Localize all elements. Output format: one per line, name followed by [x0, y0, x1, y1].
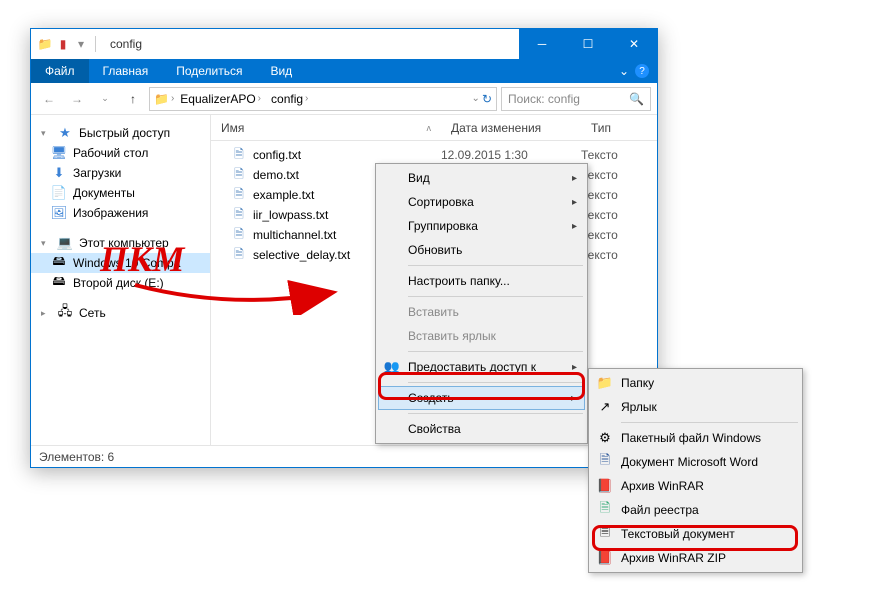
text-file-icon: 🗎: [231, 247, 247, 263]
ctx-paste-shortcut: Вставить ярлык: [378, 324, 585, 348]
bat-file-icon: ⚙: [597, 430, 613, 446]
tab-home[interactable]: Главная: [89, 59, 163, 83]
chevron-right-icon: ▸: [571, 393, 576, 404]
share-icon: 👥: [384, 359, 400, 375]
nav-network[interactable]: ▸🖧Сеть: [31, 303, 210, 323]
ctx-group[interactable]: Группировка▸: [378, 214, 585, 238]
ctx-paste: Вставить: [378, 300, 585, 324]
col-type[interactable]: Тип: [581, 121, 657, 135]
text-file-icon: 🗎: [597, 526, 613, 542]
text-file-icon: 🗎: [231, 167, 247, 183]
tab-file[interactable]: Файл: [31, 59, 89, 83]
close-button[interactable]: ✕: [611, 29, 657, 59]
sort-asc-icon: ʌ: [427, 123, 432, 133]
ctx-sort[interactable]: Сортировка▸: [378, 190, 585, 214]
ctx-new-batch[interactable]: ⚙Пакетный файл Windows: [591, 426, 800, 450]
maximize-button[interactable]: ☐: [565, 29, 611, 59]
breadcrumb-seg[interactable]: EqualizerAPO›: [176, 92, 265, 106]
chevron-down-icon[interactable]: ⌄: [619, 64, 629, 78]
window-title: config: [106, 37, 519, 51]
separator: [408, 382, 583, 383]
search-input[interactable]: Поиск: config 🔍: [501, 87, 651, 111]
address-bar: ← → ⌄ ↑ 📁 › EqualizerAPO› config› ⌄ ↻ По…: [31, 83, 657, 115]
chevron-right-icon: ▸: [572, 362, 577, 373]
word-icon: 🗎: [597, 454, 613, 470]
ribbon: Файл Главная Поделиться Вид ⌄ ?: [31, 59, 657, 83]
separator: [621, 422, 798, 423]
nav-documents[interactable]: 📄Документы: [31, 183, 210, 203]
nav-pictures[interactable]: 🖼Изображения: [31, 203, 210, 223]
ctx-new-text[interactable]: 🗎Текстовый документ: [591, 522, 800, 546]
chevron-right-icon: ▸: [572, 221, 577, 232]
text-file-icon: 🗎: [231, 187, 247, 203]
ctx-refresh[interactable]: Обновить: [378, 238, 585, 262]
chevron-right-icon: ▸: [572, 197, 577, 208]
text-file-icon: 🗎: [231, 147, 247, 163]
file-row[interactable]: 🗎config.txt12.09.2015 1:30Тексто: [211, 145, 657, 165]
qa-icon[interactable]: ▾: [73, 36, 89, 52]
ctx-view[interactable]: Вид▸: [378, 166, 585, 190]
status-bar: Элементов: 6: [31, 445, 657, 467]
context-menu: Вид▸ Сортировка▸ Группировка▸ Обновить Н…: [375, 163, 588, 444]
nav-this-pc[interactable]: ▾💻Этот компьютер: [31, 233, 210, 253]
item-count: Элементов: 6: [39, 450, 114, 464]
winrar-zip-icon: 📕: [597, 550, 613, 566]
nav-downloads[interactable]: ⬇Загрузки: [31, 163, 210, 183]
separator: [408, 296, 583, 297]
text-file-icon: 🗎: [231, 207, 247, 223]
nav-pane: ▾★Быстрый доступ 🖥Рабочий стол ⬇Загрузки…: [31, 115, 211, 445]
ctx-new-folder[interactable]: 📁Папку: [591, 371, 800, 395]
address-dropdown-icon[interactable]: ⌄: [472, 93, 480, 104]
separator: [95, 36, 96, 52]
separator: [408, 351, 583, 352]
ctx-new-reg[interactable]: 🗎Файл реестра: [591, 498, 800, 522]
tab-view[interactable]: Вид: [256, 59, 306, 83]
reg-file-icon: 🗎: [597, 502, 613, 518]
recent-button[interactable]: ⌄: [93, 87, 117, 111]
chevron-right-icon[interactable]: ›: [171, 93, 174, 104]
text-file-icon: 🗎: [231, 227, 247, 243]
help-icon[interactable]: ?: [635, 64, 649, 78]
tab-share[interactable]: Поделиться: [162, 59, 256, 83]
search-icon: 🔍: [629, 92, 644, 106]
ctx-new-word[interactable]: 🗎Документ Microsoft Word: [591, 450, 800, 474]
search-placeholder: Поиск: config: [508, 92, 580, 106]
ctx-share-access[interactable]: 👥Предоставить доступ к▸: [378, 355, 585, 379]
nav-quick-access[interactable]: ▾★Быстрый доступ: [31, 123, 210, 143]
chevron-right-icon: ▸: [572, 173, 577, 184]
folder-icon: 📁: [154, 92, 169, 106]
ctx-properties[interactable]: Свойства: [378, 417, 585, 441]
col-name[interactable]: Имяʌ: [211, 121, 441, 135]
titlebar: 📁 ▮ ▾ config ─ ☐ ✕: [31, 29, 657, 59]
nav-disk-e[interactable]: 🖴Второй диск (E:): [31, 273, 210, 293]
qa-icon[interactable]: ▮: [55, 36, 71, 52]
up-button[interactable]: ↑: [121, 87, 145, 111]
back-button[interactable]: ←: [37, 87, 61, 111]
separator: [408, 413, 583, 414]
minimize-button[interactable]: ─: [519, 29, 565, 59]
context-submenu-create: 📁Папку ↗Ярлык ⚙Пакетный файл Windows 🗎До…: [588, 368, 803, 573]
breadcrumb-seg[interactable]: config›: [267, 92, 312, 106]
column-headers: Имяʌ Дата изменения Тип: [211, 115, 657, 141]
forward-button[interactable]: →: [65, 87, 89, 111]
ctx-create[interactable]: Создать▸: [378, 386, 585, 410]
nav-win10-drive[interactable]: 🖴Windows 10 Compa: [31, 253, 210, 273]
separator: [408, 265, 583, 266]
folder-icon: 📁: [37, 36, 53, 52]
col-date[interactable]: Дата изменения: [441, 121, 581, 135]
breadcrumb[interactable]: 📁 › EqualizerAPO› config› ⌄ ↻: [149, 87, 497, 111]
refresh-icon[interactable]: ↻: [482, 92, 492, 106]
ctx-new-winrar-zip[interactable]: 📕Архив WinRAR ZIP: [591, 546, 800, 570]
ctx-customize-folder[interactable]: Настроить папку...: [378, 269, 585, 293]
nav-desktop[interactable]: 🖥Рабочий стол: [31, 143, 210, 163]
folder-icon: 📁: [597, 375, 613, 391]
shortcut-icon: ↗: [597, 399, 613, 415]
winrar-icon: 📕: [597, 478, 613, 494]
ctx-new-shortcut[interactable]: ↗Ярлык: [591, 395, 800, 419]
ctx-new-winrar[interactable]: 📕Архив WinRAR: [591, 474, 800, 498]
